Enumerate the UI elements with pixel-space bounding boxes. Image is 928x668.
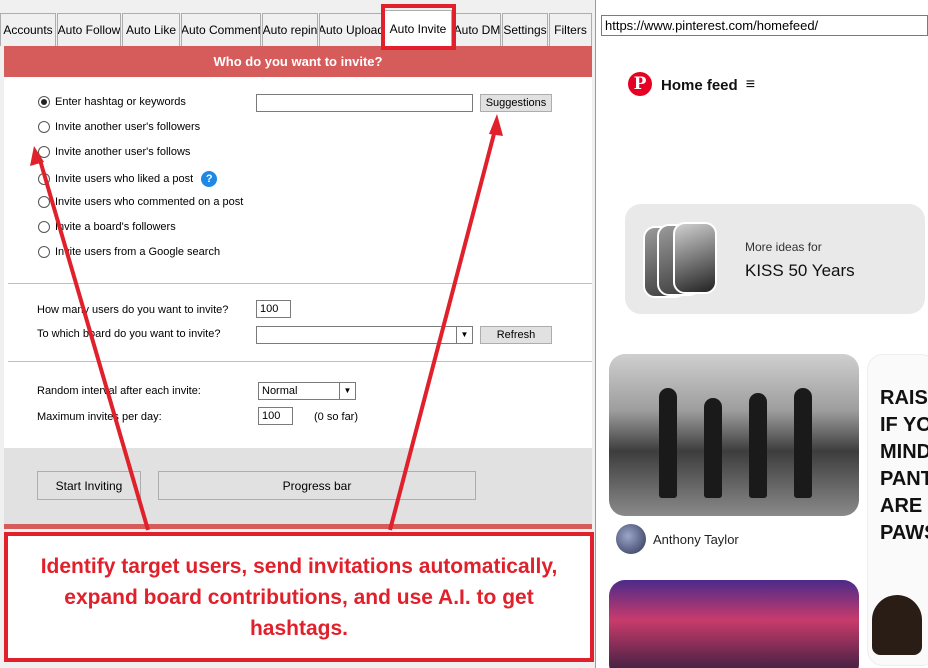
- browser-window: https://www.pinterest.com/homefeed/ P Ho…: [597, 0, 928, 668]
- home-feed-label: Home feed: [661, 76, 738, 94]
- progress-bar: Progress bar: [158, 471, 476, 500]
- board-select[interactable]: ▼: [256, 326, 473, 344]
- radio-button[interactable]: [38, 246, 50, 258]
- radio-button[interactable]: [38, 196, 50, 208]
- bottom-strip: [4, 524, 592, 529]
- tab-auto-comment[interactable]: Auto Comment: [181, 13, 261, 46]
- random-interval-select[interactable]: Normal ▼: [258, 382, 356, 400]
- random-interval-label: Random interval after each invite:: [37, 385, 201, 397]
- divider: [8, 361, 592, 362]
- hashtag-input[interactable]: [256, 94, 473, 112]
- radio-button[interactable]: [38, 146, 50, 158]
- refresh-button[interactable]: Refresh: [480, 326, 552, 344]
- option-label: Invite another user's follows: [55, 146, 191, 158]
- figure-shape: [659, 388, 677, 498]
- option-commented-post[interactable]: Invite users who commented on a post: [38, 196, 243, 208]
- option-board-followers[interactable]: Invite a board's followers: [38, 221, 176, 233]
- help-icon[interactable]: ?: [201, 171, 218, 187]
- pin-image-text: RAISE IF YOU MIND PANTS ARE PAWS: [880, 387, 928, 544]
- option-label: Invite users who commented on a post: [55, 196, 244, 208]
- option-liked-post[interactable]: Invite users who liked a post ?: [38, 171, 218, 187]
- option-label: Invite users from a Google search: [55, 246, 221, 258]
- tab-settings[interactable]: Settings: [502, 13, 548, 46]
- pin-image[interactable]: [609, 354, 859, 516]
- option-user-follows[interactable]: Invite another user's follows: [38, 146, 190, 158]
- ideas-thumbnail: [673, 222, 717, 294]
- tab-auto-repin[interactable]: Auto repin: [262, 13, 318, 46]
- how-many-label: How many users do you want to invite?: [37, 304, 229, 316]
- pin-image[interactable]: RAISE IF YOU MIND PANTS ARE PAWS: [867, 354, 928, 666]
- figure-shape: [704, 398, 722, 498]
- max-invites-input[interactable]: 100: [258, 407, 293, 425]
- pinterest-logo-icon[interactable]: P: [628, 72, 652, 96]
- section-header: Who do you want to invite?: [4, 46, 592, 77]
- chevron-down-icon[interactable]: ▼: [339, 383, 355, 399]
- suggestions-button[interactable]: Suggestions: [480, 94, 552, 112]
- tab-auto-invite[interactable]: Auto Invite: [384, 10, 452, 46]
- board-label: To which board do you want to invite?: [37, 328, 221, 340]
- avatar[interactable]: [616, 524, 646, 554]
- max-invites-note: (0 so far): [314, 411, 359, 423]
- radio-button[interactable]: [38, 121, 50, 133]
- option-label: Invite a board's followers: [55, 221, 176, 233]
- option-user-followers[interactable]: Invite another user's followers: [38, 121, 200, 133]
- paw-icon: [872, 595, 922, 655]
- max-invites-label: Maximum invites per day:: [37, 411, 162, 423]
- radio-button[interactable]: [38, 173, 50, 185]
- url-bar[interactable]: https://www.pinterest.com/homefeed/: [601, 15, 928, 36]
- figure-shape: [794, 388, 812, 498]
- tab-bar: Accounts Auto Follow Auto Like Auto Comm…: [0, 10, 596, 46]
- option-hashtag[interactable]: Enter hashtag or keywords: [38, 96, 186, 108]
- home-feed-header[interactable]: Home feed ≡: [661, 76, 755, 94]
- feature-callout: Identify target users, send invitations …: [4, 532, 594, 662]
- ideas-title: KISS 50 Years: [745, 261, 855, 280]
- radio-button[interactable]: [38, 221, 50, 233]
- divider: [8, 283, 592, 284]
- tab-auto-dm[interactable]: Auto DM: [453, 13, 501, 46]
- how-many-input[interactable]: 100: [256, 300, 291, 318]
- tab-accounts[interactable]: Accounts: [0, 13, 56, 46]
- figure-shape: [749, 393, 767, 498]
- start-inviting-button[interactable]: Start Inviting: [37, 471, 141, 500]
- action-footer: Start Inviting Progress bar: [4, 448, 592, 524]
- tab-filters[interactable]: Filters: [549, 13, 592, 46]
- chevron-down-icon[interactable]: ▼: [456, 327, 472, 343]
- tab-auto-upload[interactable]: Auto Upload: [319, 13, 383, 46]
- menu-icon[interactable]: ≡: [746, 76, 755, 94]
- more-ideas-card[interactable]: More ideas for KISS 50 Years: [625, 204, 925, 314]
- tab-auto-follow[interactable]: Auto Follow: [57, 13, 121, 46]
- pin-author-name[interactable]: Anthony Taylor: [653, 532, 739, 547]
- ideas-subtitle: More ideas for: [745, 240, 822, 254]
- pin-image[interactable]: [609, 580, 859, 668]
- tab-auto-like[interactable]: Auto Like: [122, 13, 180, 46]
- random-interval-value: Normal: [262, 385, 298, 397]
- option-google-search[interactable]: Invite users from a Google search: [38, 246, 220, 258]
- option-label: Enter hashtag or keywords: [55, 96, 186, 108]
- option-label: Invite users who liked a post: [55, 173, 194, 185]
- radio-button[interactable]: [38, 96, 50, 108]
- option-label: Invite another user's followers: [55, 121, 201, 133]
